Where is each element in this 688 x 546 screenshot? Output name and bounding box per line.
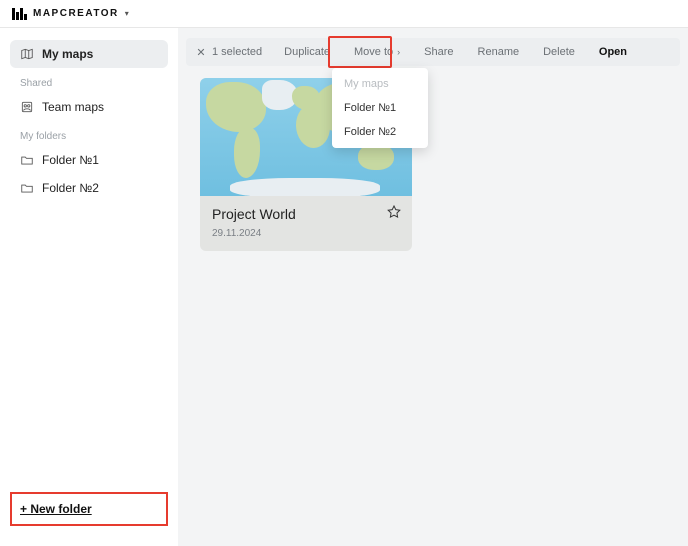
map-date: 29.11.2024 xyxy=(212,228,400,239)
chevron-right-icon: › xyxy=(397,47,400,57)
sidebar-item-label: Team maps xyxy=(42,100,104,114)
share-button[interactable]: Share xyxy=(412,38,465,66)
sidebar-item-team-maps[interactable]: Team maps xyxy=(10,93,168,121)
main-area: ✕ 1 selected Duplicate Move to › Share R… xyxy=(178,28,688,546)
selection-toolbar: ✕ 1 selected Duplicate Move to › Share R… xyxy=(186,38,680,66)
move-to-label: Move to xyxy=(354,46,393,58)
sidebar-item-my-maps[interactable]: My maps xyxy=(10,40,168,68)
sidebar-section-shared: Shared xyxy=(10,68,168,93)
team-icon xyxy=(20,100,34,114)
open-button[interactable]: Open xyxy=(587,38,639,66)
move-to-button[interactable]: Move to › xyxy=(342,38,412,66)
chevron-down-icon[interactable]: ▾ xyxy=(125,9,129,18)
folder-icon xyxy=(20,153,34,167)
sidebar-section-my-folders: My folders xyxy=(10,121,168,146)
new-folder-highlight: + New folder xyxy=(10,492,168,526)
new-folder-button[interactable]: + New folder xyxy=(20,502,92,516)
dropdown-item-folder[interactable]: Folder №2 xyxy=(332,120,428,144)
delete-button[interactable]: Delete xyxy=(531,38,587,66)
logo-icon xyxy=(12,8,27,20)
folder-icon xyxy=(20,181,34,195)
duplicate-button[interactable]: Duplicate xyxy=(272,38,342,66)
favorite-button[interactable] xyxy=(386,204,402,225)
rename-button[interactable]: Rename xyxy=(466,38,532,66)
sidebar-item-label: My maps xyxy=(42,47,93,61)
sidebar-item-label: Folder №2 xyxy=(42,181,99,195)
map-icon xyxy=(20,47,34,61)
move-to-dropdown: My maps Folder №1 Folder №2 xyxy=(332,68,428,148)
brand-name[interactable]: MAPCREATOR xyxy=(33,8,119,19)
sidebar-item-folder[interactable]: Folder №2 xyxy=(10,174,168,202)
selection-count: 1 selected xyxy=(208,46,272,58)
clear-selection-button[interactable]: ✕ xyxy=(194,38,208,66)
map-title: Project World xyxy=(212,206,400,222)
dropdown-item-folder[interactable]: Folder №1 xyxy=(332,96,428,120)
sidebar: My maps Shared Team maps My folders Fold… xyxy=(0,28,178,546)
app-header: MAPCREATOR ▾ xyxy=(0,0,688,28)
sidebar-item-folder[interactable]: Folder №1 xyxy=(10,146,168,174)
map-card-body: Project World 29.11.2024 xyxy=(200,196,412,251)
sidebar-item-label: Folder №1 xyxy=(42,153,99,167)
dropdown-item-my-maps: My maps xyxy=(332,72,428,96)
